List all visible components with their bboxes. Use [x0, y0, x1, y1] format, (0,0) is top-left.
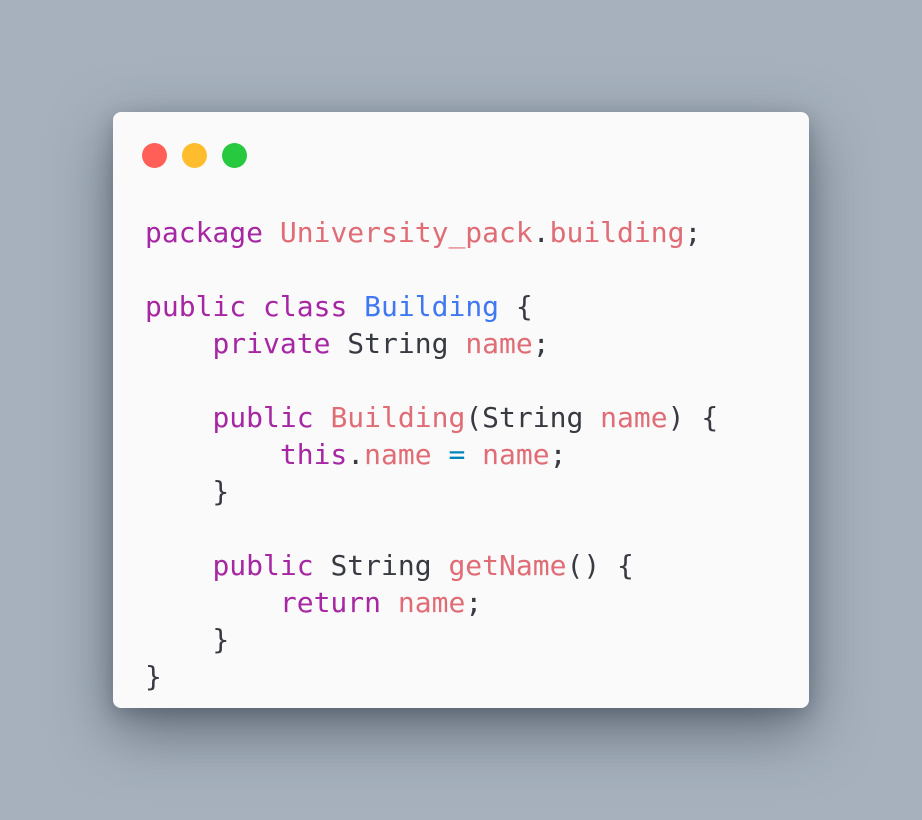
minimize-window-button[interactable] — [182, 143, 207, 168]
code-line: public Building(String name) { — [145, 399, 718, 436]
code-token: University_pack — [279, 216, 533, 249]
code-line: public String getName() { — [145, 547, 718, 584]
code-token: public — [212, 549, 314, 582]
code-token: ; — [684, 216, 702, 249]
code-token: package — [145, 216, 264, 249]
code-token: getName — [448, 549, 567, 582]
code-token: name — [364, 438, 432, 471]
code-token: private — [212, 327, 331, 360]
code-token: () { — [566, 549, 634, 582]
code-token: (String — [465, 401, 601, 434]
code-line: } — [145, 658, 718, 695]
code-token: } — [145, 623, 230, 656]
code-token: building — [549, 216, 685, 249]
code-line: } — [145, 473, 718, 510]
code-line: this.name = name; — [145, 436, 718, 473]
code-token: public — [212, 401, 314, 434]
code-window: package University_pack.building; public… — [113, 112, 809, 708]
code-token: ) { — [667, 401, 719, 434]
code-token: Building — [364, 290, 500, 323]
code-token: name — [397, 586, 466, 619]
code-block: package University_pack.building; public… — [145, 214, 718, 695]
code-line: } — [145, 621, 718, 658]
code-line: return name; — [145, 584, 718, 621]
code-token: class — [263, 290, 348, 323]
code-token: String — [313, 549, 449, 582]
code-line: public class Building { — [145, 288, 718, 325]
code-token: ; — [549, 438, 567, 471]
code-token: . — [347, 438, 365, 471]
code-token: public — [145, 290, 247, 323]
code-token: = — [448, 438, 466, 471]
code-token: } — [145, 475, 230, 508]
code-token: name — [465, 327, 533, 360]
code-line: package University_pack.building; — [145, 214, 718, 251]
code-token: name — [600, 401, 668, 434]
code-token: ; — [465, 586, 483, 619]
code-token: { — [499, 290, 533, 323]
code-token: Building — [330, 401, 466, 434]
code-token: String — [330, 327, 466, 360]
code-line: private String name; — [145, 325, 718, 362]
close-window-button[interactable] — [142, 143, 167, 168]
code-token: return — [279, 586, 382, 619]
code-token: . — [532, 216, 550, 249]
code-token: this — [279, 438, 348, 471]
window-controls — [142, 143, 247, 168]
code-token: ; — [532, 327, 550, 360]
code-token: } — [145, 660, 162, 693]
maximize-window-button[interactable] — [222, 143, 247, 168]
code-token: name — [482, 438, 550, 471]
